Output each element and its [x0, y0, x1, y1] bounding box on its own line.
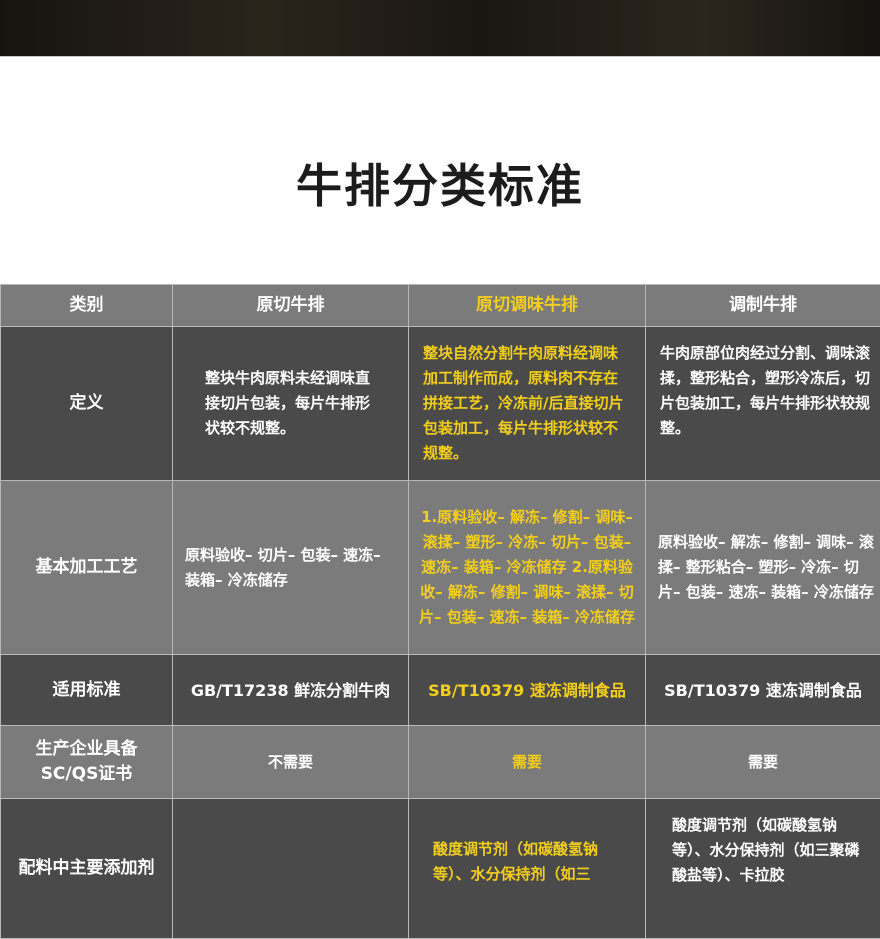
hero-image: [0, 0, 880, 57]
table-row-process: 基本加工工艺 原料验收– 切片– 包装– 速冻– 装箱– 冷冻储存 1.原料验收…: [1, 481, 880, 655]
page-title: 牛排分类标准: [0, 150, 880, 216]
table-row-standard: 适用标准 GB/T17238 鲜冻分割牛肉 SB/T10379 速冻调制食品 S…: [1, 655, 880, 726]
cell-standard-raw-cut: GB/T17238 鲜冻分割牛肉: [173, 655, 409, 726]
cell-standard-seasoned: SB/T10379 速冻调制食品: [409, 655, 646, 726]
cell-definition-raw-cut: 整块牛肉原料未经调味直接切片包装，每片牛排形状较不规整。: [173, 327, 409, 481]
table-row-definition: 定义 整块牛肉原料未经调味直接切片包装，每片牛排形状较不规整。 整块自然分割牛肉…: [1, 327, 880, 481]
table-row-license: 生产企业具备SC/QS证书 不需要 需要 需要: [1, 726, 880, 799]
cell-additives-raw-cut: [173, 799, 409, 939]
row-label-standard: 适用标准: [1, 655, 173, 726]
row-label-definition: 定义: [1, 327, 173, 481]
classification-table: 类别 原切牛排 原切调味牛排 调制牛排 定义 整块牛肉原料未经调味直接切片包装，…: [0, 284, 880, 939]
cell-additives-prepared: 酸度调节剂（如碳酸氢钠等）、水分保持剂（如三聚磷酸盐等）、卡拉胶: [646, 799, 880, 939]
row-label-additives: 配料中主要添加剂: [1, 799, 173, 939]
cell-process-seasoned: 1.原料验收– 解冻– 修割– 调味– 滚揉– 塑形– 冷冻– 切片– 包装– …: [409, 481, 646, 655]
cell-process-raw-cut: 原料验收– 切片– 包装– 速冻– 装箱– 冷冻储存: [173, 481, 409, 655]
header-category: 类别: [1, 285, 173, 327]
header-raw-cut-seasoned: 原切调味牛排: [409, 285, 646, 327]
header-raw-cut: 原切牛排: [173, 285, 409, 327]
cell-process-prepared: 原料验收– 解冻– 修割– 调味– 滚揉– 整形粘合– 塑形– 冷冻– 切片– …: [646, 481, 880, 655]
row-label-license: 生产企业具备SC/QS证书: [1, 726, 173, 799]
cell-license-seasoned: 需要: [409, 726, 646, 799]
cell-additives-seasoned: 酸度调节剂（如碳酸氢钠等）、水分保持剂（如三: [409, 799, 646, 939]
table-row-additives: 配料中主要添加剂 酸度调节剂（如碳酸氢钠等）、水分保持剂（如三 酸度调节剂（如碳…: [1, 799, 880, 939]
cell-standard-prepared: SB/T10379 速冻调制食品: [646, 655, 880, 726]
header-prepared: 调制牛排: [646, 285, 880, 327]
cell-definition-prepared: 牛肉原部位肉经过分割、调味滚揉，整形粘合，塑形冷冻后，切片包装加工，每片牛排形状…: [646, 327, 880, 481]
cell-license-raw-cut: 不需要: [173, 726, 409, 799]
cell-license-prepared: 需要: [646, 726, 880, 799]
table-header-row: 类别 原切牛排 原切调味牛排 调制牛排: [1, 285, 880, 327]
cell-definition-seasoned: 整块自然分割牛肉原料经调味加工制作而成，原料肉不存在拼接工艺，冷冻前/后直接切片…: [409, 327, 646, 481]
row-label-process: 基本加工工艺: [1, 481, 173, 655]
